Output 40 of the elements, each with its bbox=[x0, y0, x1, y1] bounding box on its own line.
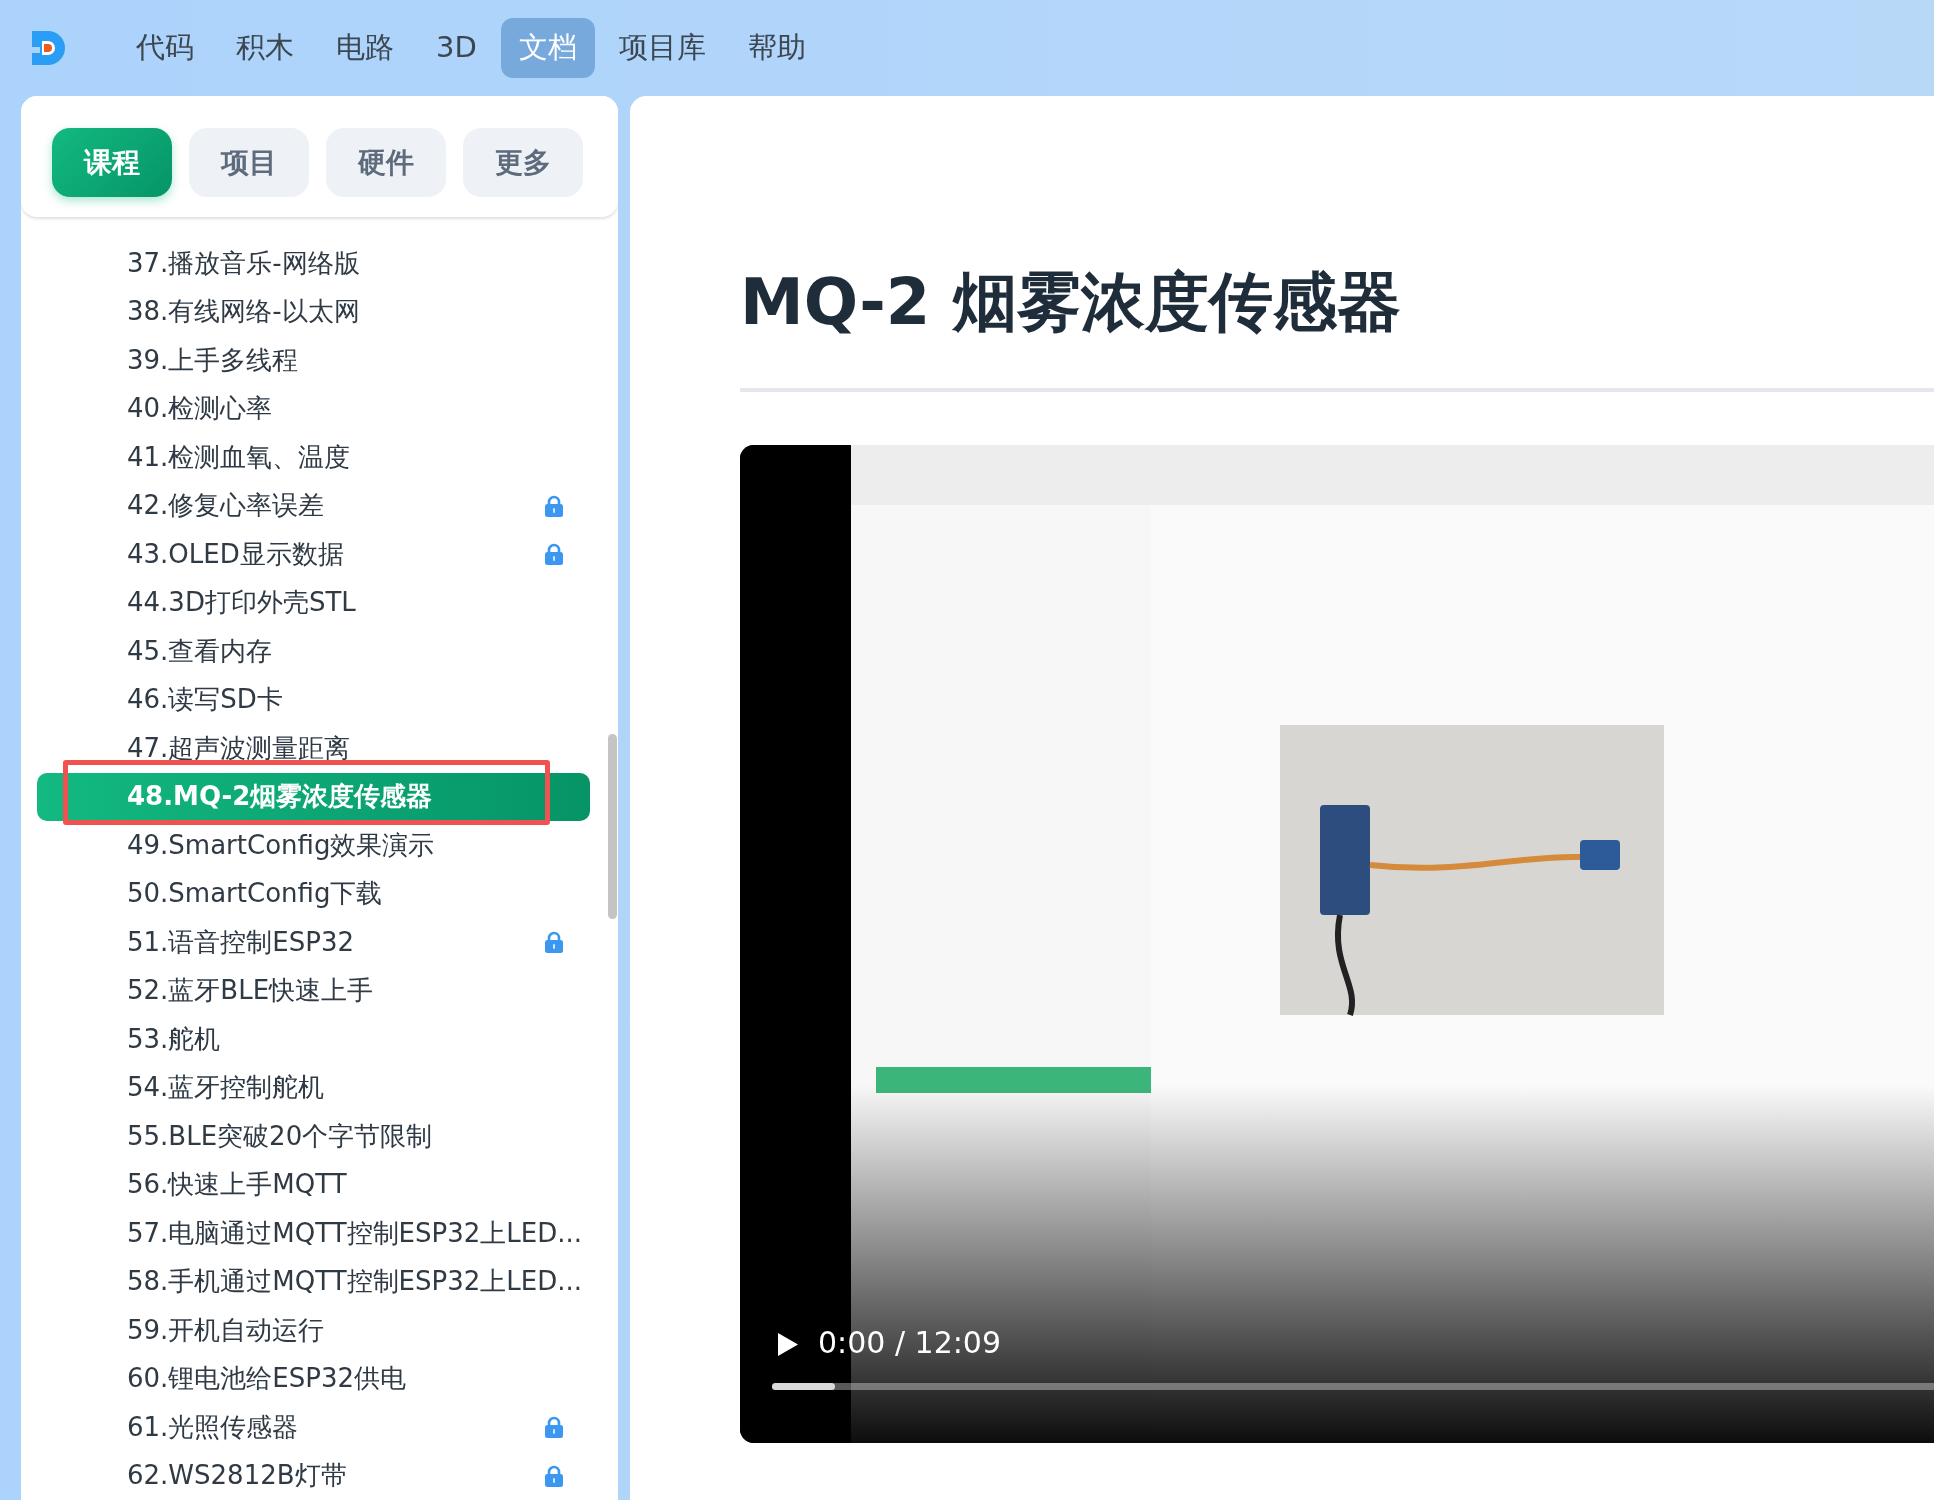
nav-tab[interactable]: 积木 bbox=[218, 18, 312, 78]
lesson-link[interactable]: 51.语音控制ESP32 bbox=[127, 922, 544, 962]
lesson-link[interactable]: 61.光照传感器 bbox=[127, 1407, 544, 1447]
video-player[interactable]: 0:00 / 12:09 bbox=[740, 445, 1934, 1443]
lesson-link[interactable]: 62.WS2812B灯带 bbox=[127, 1456, 544, 1496]
lesson-link[interactable]: 53.舵机 bbox=[127, 1019, 564, 1059]
scrollbar-thumb[interactable] bbox=[608, 734, 617, 919]
lesson-link[interactable]: 55.BLE突破20个字节限制 bbox=[127, 1116, 564, 1156]
lesson-link[interactable]: 60.锂电池给ESP32供电 bbox=[127, 1359, 564, 1399]
lesson-link[interactable]: 37.播放音乐-网络版 bbox=[127, 243, 564, 283]
lesson-link[interactable]: 56.快速上手MQTT bbox=[127, 1165, 564, 1205]
page-title: MQ-2 烟雾浓度传感器 bbox=[740, 264, 1402, 341]
lesson-link[interactable]: 40.检测心率 bbox=[127, 389, 564, 429]
lesson-link[interactable]: 46.读写SD卡 bbox=[127, 680, 564, 720]
nav-tab[interactable]: 电路 bbox=[318, 18, 412, 78]
lesson-link[interactable]: 41.检测血氧、温度 bbox=[127, 437, 564, 477]
lesson-link[interactable]: 52.蓝牙BLE快速上手 bbox=[127, 971, 564, 1011]
lesson-link[interactable]: 43.OLED显示数据 bbox=[127, 534, 544, 574]
nav-tab[interactable]: 3D bbox=[418, 18, 495, 78]
lesson-link[interactable]: 47.超声波测量距离 bbox=[127, 728, 564, 768]
lesson-link[interactable]: 38.有线网络-以太网 bbox=[127, 292, 564, 332]
lesson-link[interactable]: 44.3D打印外壳STL bbox=[127, 583, 564, 623]
lesson-link[interactable]: 54.蓝牙控制舵机 bbox=[127, 1068, 564, 1108]
nav-tab[interactable]: 代码 bbox=[118, 18, 212, 78]
play-icon[interactable] bbox=[777, 1332, 799, 1357]
lesson-link[interactable]: 49.SmartConfig效果演示 bbox=[127, 825, 564, 865]
category-tab[interactable]: 项目 bbox=[189, 128, 309, 197]
lesson-link[interactable]: 57.电脑通过MQTT控制ESP32上LED... bbox=[127, 1213, 582, 1253]
lesson-link[interactable]: 58.手机通过MQTT控制ESP32上LED... bbox=[127, 1262, 582, 1302]
progress-track[interactable] bbox=[772, 1383, 1934, 1390]
category-tab[interactable]: 硬件 bbox=[326, 128, 446, 197]
nav-tab[interactable]: 帮助 bbox=[729, 18, 824, 78]
video-time: 0:00 / 12:09 bbox=[818, 1324, 1001, 1362]
nav-tab[interactable]: 项目库 bbox=[600, 18, 724, 78]
lesson-link[interactable]: 59.开机自动运行 bbox=[127, 1310, 564, 1350]
lesson-link[interactable]: 42.修复心率误差 bbox=[127, 486, 544, 526]
category-tab[interactable]: 更多 bbox=[463, 128, 583, 197]
lesson-link[interactable]: 50.SmartConfig下载 bbox=[127, 874, 564, 914]
lesson-link[interactable]: 45.查看内存 bbox=[127, 631, 564, 671]
lesson-link[interactable]: 39.上手多线程 bbox=[127, 340, 564, 380]
